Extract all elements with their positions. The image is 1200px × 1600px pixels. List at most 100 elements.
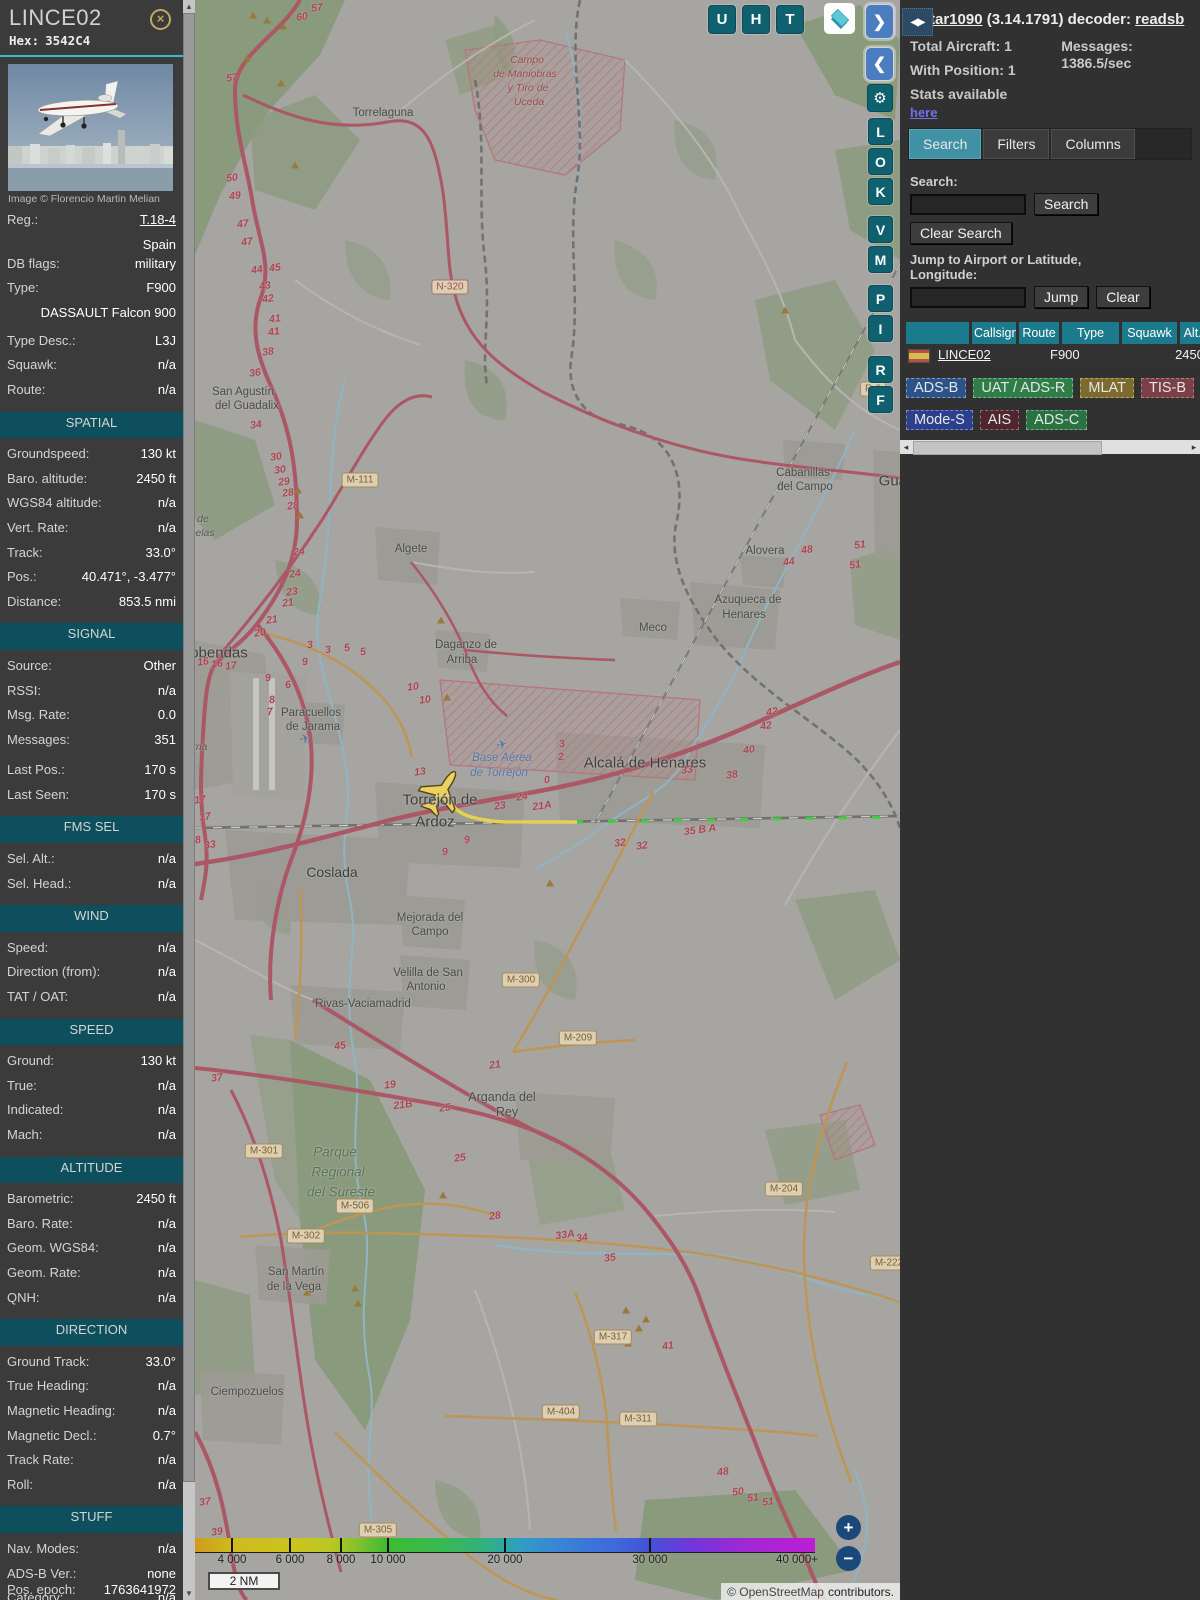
data-value: n/a bbox=[157, 519, 176, 535]
data-label: Ground: bbox=[7, 1053, 54, 1069]
gear-icon[interactable]: ⚙ bbox=[867, 84, 893, 112]
source-type-badge[interactable]: ADS-B bbox=[906, 378, 967, 398]
sidebar-data-row: Type Desc.: L3J bbox=[0, 331, 183, 356]
readsb-link[interactable]: readsb bbox=[1135, 11, 1184, 28]
table-header-cell[interactable]: Route bbox=[1019, 322, 1059, 344]
panel-tab[interactable]: Search bbox=[909, 129, 982, 159]
sidebar-data-row: Track Rate: n/a bbox=[0, 1450, 183, 1475]
map-shortcut-button[interactable]: I bbox=[868, 315, 893, 342]
source-type-badge[interactable]: Mode-S bbox=[906, 410, 973, 430]
junction-number: 7 bbox=[266, 705, 274, 719]
osm-link[interactable]: © OpenStreetMap bbox=[727, 1585, 824, 1599]
data-label: FMS SEL bbox=[63, 819, 120, 835]
scroll-up-icon[interactable]: ▲ bbox=[183, 0, 195, 13]
map-place-label: Guad bbox=[878, 472, 900, 490]
aircraft-data-list: Reg.: T.18-4 Spain DB flags: military Ty… bbox=[0, 210, 183, 1600]
scroll-down-icon[interactable]: ▼ bbox=[183, 1587, 195, 1600]
scrollbar-thumb[interactable] bbox=[183, 13, 195, 1482]
peak-icon bbox=[635, 1324, 643, 1332]
jump-button[interactable]: Jump bbox=[1034, 286, 1089, 308]
cell-callsign[interactable]: LINCE02 bbox=[935, 344, 998, 366]
map-shortcut-button[interactable]: O bbox=[868, 148, 893, 175]
stats-here-link[interactable]: here bbox=[910, 105, 937, 120]
map-mode-button[interactable]: H bbox=[742, 5, 770, 34]
search-input[interactable] bbox=[910, 193, 1026, 215]
source-type-badge[interactable]: TIS-B bbox=[1141, 378, 1195, 398]
junction-number: 3 bbox=[324, 643, 332, 657]
table-horizontal-scrollbar[interactable]: ◂ ▸ bbox=[900, 440, 1200, 455]
table-header-cell[interactable]: Alt. (ft) bbox=[1180, 322, 1200, 344]
data-label: Baro. altitude: bbox=[7, 470, 88, 486]
data-label: WIND bbox=[74, 908, 109, 924]
total-aircraft: Total Aircraft: 1 bbox=[910, 38, 1012, 54]
source-type-badge[interactable]: UAT / ADS-R bbox=[973, 378, 1074, 398]
sidebar-data-row: Roll: n/a bbox=[0, 1475, 183, 1500]
map-shortcut-button[interactable]: R bbox=[868, 356, 893, 383]
panel-toggle-icon[interactable]: ◀▶ bbox=[902, 8, 933, 36]
sidebar-data-row: WGS84 altitude: n/a bbox=[0, 493, 183, 518]
source-type-badge[interactable]: MLAT bbox=[1080, 378, 1134, 398]
panel-collapse-button[interactable]: ❮ bbox=[865, 47, 894, 81]
panel-tab[interactable]: Columns bbox=[1051, 129, 1135, 159]
map-place-label: Rey bbox=[495, 1105, 519, 1119]
table-row[interactable]: LINCE02 F900 2450 bbox=[906, 344, 1200, 366]
scroll-left-icon[interactable]: ◂ bbox=[900, 440, 912, 454]
sidebar-scrollbar[interactable]: ▲ ▼ bbox=[183, 0, 195, 1600]
junction-number: 39 bbox=[210, 1525, 224, 1539]
data-label: SIGNAL bbox=[67, 626, 116, 642]
map-shortcut-button[interactable]: F bbox=[868, 386, 893, 413]
sidebar-data-row: Squawk: n/a bbox=[0, 355, 183, 380]
jump-input[interactable] bbox=[910, 286, 1026, 308]
clear-search-button[interactable]: Clear Search bbox=[910, 222, 1012, 244]
map-mode-button[interactable]: T bbox=[776, 5, 804, 34]
map-shortcut-button[interactable]: M bbox=[868, 246, 893, 273]
map-canvas[interactable]: Torrelaguna Campo de Maniobras y Tiro de Uce… bbox=[195, 0, 900, 1600]
junction-number: 3 bbox=[558, 737, 566, 751]
table-header-cell[interactable]: Callsign bbox=[972, 322, 1016, 344]
data-value: 130 kt bbox=[140, 446, 176, 462]
jump-clear-button[interactable]: Clear bbox=[1096, 286, 1150, 308]
junction-number: 57 bbox=[225, 71, 239, 85]
aircraft-photo[interactable] bbox=[8, 64, 173, 191]
table-header-cell[interactable]: Squawk bbox=[1122, 322, 1177, 344]
source-type-badge[interactable]: AIS bbox=[979, 410, 1020, 430]
sidebar-title-row: LINCE02 × bbox=[0, 0, 183, 31]
tar1090-link[interactable]: tar1090 bbox=[930, 11, 983, 28]
peak-icon bbox=[296, 511, 304, 519]
zoom-in-button[interactable]: + bbox=[836, 1515, 861, 1540]
close-icon[interactable]: × bbox=[150, 9, 171, 30]
zoom-out-button[interactable]: − bbox=[836, 1546, 861, 1571]
data-label: STUFF bbox=[70, 1509, 113, 1525]
table-header-cell[interactable] bbox=[906, 322, 969, 344]
altitude-tick bbox=[649, 1538, 651, 1552]
data-label: Magnetic Decl.: bbox=[7, 1427, 97, 1443]
data-label: Ground Track: bbox=[7, 1353, 90, 1369]
map-shortcut-button[interactable]: V bbox=[868, 216, 893, 243]
junction-number: 17 bbox=[195, 793, 207, 807]
panel-expand-button[interactable]: ❯ bbox=[865, 4, 894, 39]
map-shortcut-button[interactable]: K bbox=[868, 178, 893, 205]
hscroll-thumb[interactable] bbox=[913, 441, 1102, 455]
peak-icon bbox=[351, 1284, 359, 1292]
map-shortcut-button[interactable]: L bbox=[868, 118, 893, 145]
map-shortcut-button[interactable]: P bbox=[868, 285, 893, 312]
layer-switcher-button[interactable] bbox=[824, 3, 855, 34]
sidebar-data-row: Baro. Rate: n/a bbox=[0, 1214, 183, 1239]
data-label: Baro. Rate: bbox=[7, 1215, 73, 1231]
scroll-right-icon[interactable]: ▸ bbox=[1188, 440, 1200, 454]
data-value: 130 kt bbox=[140, 1053, 176, 1069]
table-header-cell[interactable]: Type bbox=[1062, 322, 1119, 344]
map-mode-button[interactable]: U bbox=[708, 5, 736, 34]
altitude-label: 6 000 bbox=[275, 1554, 305, 1566]
panel-tab[interactable]: Filters bbox=[983, 129, 1050, 159]
source-type-badge[interactable]: ADS-C bbox=[1026, 410, 1088, 430]
data-label: Nav. Modes: bbox=[7, 1540, 80, 1556]
search-button[interactable]: Search bbox=[1034, 193, 1099, 215]
junction-number: 28 bbox=[488, 1209, 502, 1223]
road-shield: M-305 bbox=[358, 1522, 398, 1538]
peak-icon bbox=[437, 616, 445, 624]
data-label: DIRECTION bbox=[55, 1322, 128, 1338]
sidebar-data-row: Groundspeed: 130 kt bbox=[0, 444, 183, 469]
data-label: Source: bbox=[7, 657, 52, 673]
altitude-tick bbox=[387, 1538, 389, 1552]
